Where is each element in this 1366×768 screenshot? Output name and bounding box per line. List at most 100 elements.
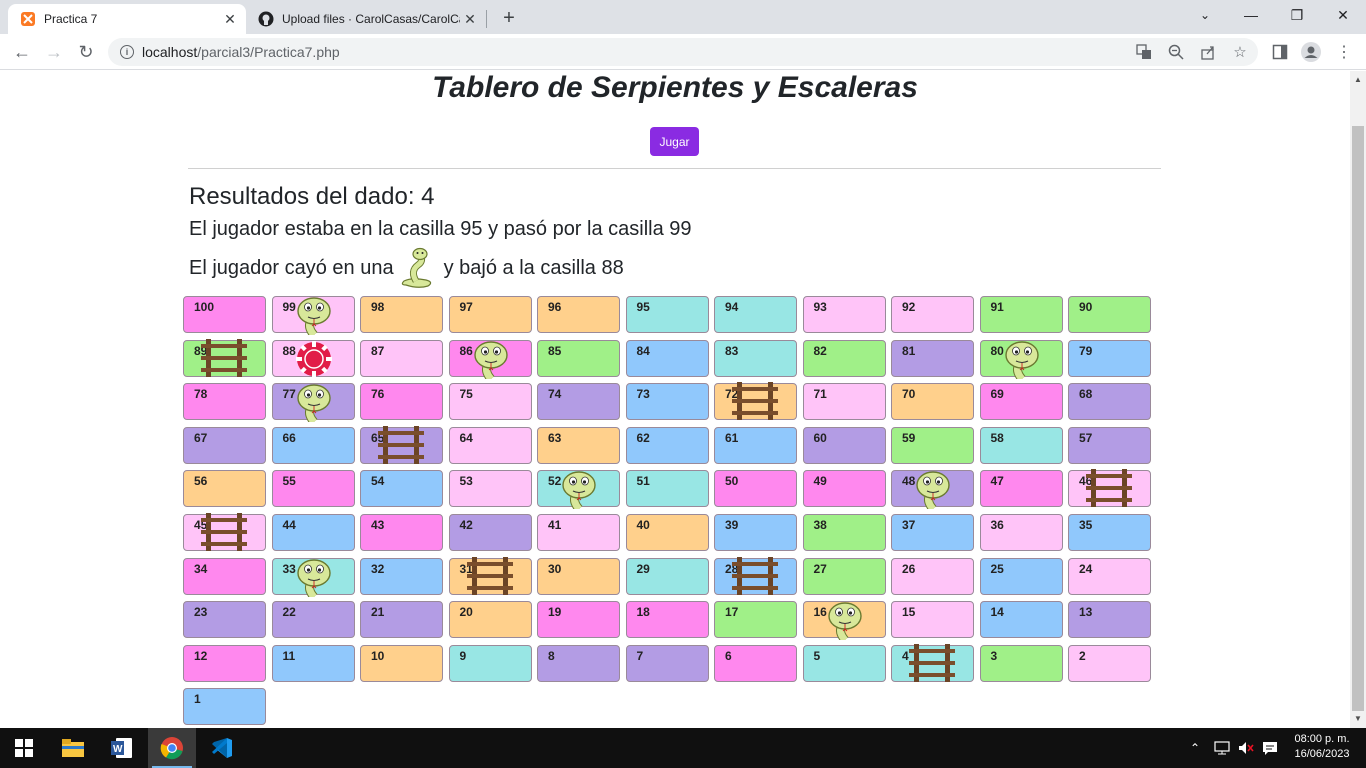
windows-taskbar: W ⌃ 08:00 p. m. 16/06/2023 (0, 728, 1366, 768)
zoom-icon[interactable] (1167, 43, 1185, 61)
board-cell-84: 84 (625, 339, 709, 377)
cell-number: 34 (194, 561, 208, 576)
cell-number: 84 (636, 343, 650, 358)
reload-icon[interactable]: ↻ (74, 40, 98, 64)
cell-number: 8 (548, 648, 555, 663)
taskbar-clock[interactable]: 08:00 p. m. 16/06/2023 (1284, 732, 1360, 762)
board-cell-23: 23 (183, 601, 266, 639)
cell-number: 91 (990, 300, 1004, 314)
dice-result: Resultados del dado: 4 (189, 183, 435, 210)
vscode-icon[interactable] (198, 728, 246, 768)
cell-number: 27 (813, 561, 827, 576)
board-cell-25: 25 (979, 557, 1063, 595)
page-scrollbar[interactable]: ▲ ▼ (1350, 71, 1366, 728)
profile-avatar-icon[interactable] (1301, 42, 1321, 62)
board-cell-48: 48 (891, 469, 974, 513)
play-button[interactable]: Jugar (650, 127, 699, 156)
tab-upload-files[interactable]: Upload files · CarolCasas/CarolCa ✕ (250, 4, 486, 34)
cell-number: 66 (282, 430, 296, 445)
cell-number: 82 (813, 343, 827, 358)
move-text: El jugador estaba en la casilla 95 y pas… (189, 218, 692, 240)
tab-search-icon[interactable]: ⌄ (1182, 0, 1228, 30)
board-cell-85: 85 (537, 339, 620, 377)
cell-number: 73 (636, 387, 650, 402)
board-cell-2: 2 (1068, 644, 1151, 682)
cell-number: 6 (725, 648, 732, 663)
cell-number: 50 (725, 474, 739, 489)
word-icon[interactable]: W (98, 728, 146, 768)
volume-muted-icon[interactable] (1238, 728, 1254, 768)
board-cell-21: 21 (360, 601, 443, 639)
side-panel-icon[interactable] (1270, 42, 1290, 62)
close-window-button[interactable]: ✕ (1320, 0, 1366, 30)
cell-number: 22 (282, 605, 296, 620)
file-explorer-icon[interactable] (49, 728, 97, 768)
board-cell-56: 56 (183, 470, 266, 508)
cell-number: 74 (548, 387, 562, 402)
board-cell-77: 77 (271, 382, 355, 426)
board-cell-59: 59 (891, 426, 974, 464)
new-tab-button[interactable]: + (498, 7, 520, 29)
minimize-button[interactable]: — (1228, 0, 1274, 30)
cell-number: 41 (548, 518, 562, 532)
fall-suffix: y bajó a la casilla 88 (443, 256, 624, 279)
board-cell-42: 42 (448, 514, 532, 551)
scroll-up-icon[interactable]: ▲ (1354, 75, 1362, 84)
back-icon[interactable]: ← (10, 40, 34, 64)
cell-number: 40 (636, 518, 650, 532)
cell-number: 35 (1079, 518, 1093, 532)
translate-icon[interactable] (1135, 43, 1153, 61)
close-tab-icon[interactable]: ✕ (460, 9, 480, 29)
cell-number: 20 (459, 605, 473, 620)
snake-icon (912, 469, 954, 513)
maximize-button[interactable]: ❐ (1274, 0, 1320, 30)
board-cell-7: 7 (625, 644, 709, 682)
close-tab-icon[interactable]: ✕ (220, 9, 240, 29)
cell-number: 92 (902, 300, 916, 314)
cell-number: 54 (371, 474, 385, 489)
cell-number: 43 (371, 518, 385, 532)
cell-number: 15 (902, 605, 916, 620)
tray-chevron-icon[interactable]: ⌃ (1190, 728, 1200, 768)
address-bar[interactable]: i localhost/parcial3/Practica7.php (108, 38, 1258, 66)
cell-number: 98 (371, 300, 385, 314)
menu-kebab-icon[interactable]: ⋮ (1334, 42, 1354, 62)
cell-number: 93 (813, 300, 827, 314)
scrollbar-thumb[interactable] (1352, 126, 1364, 711)
chrome-icon[interactable] (148, 728, 196, 768)
cell-number: 12 (194, 648, 208, 663)
board-cell-49: 49 (802, 470, 886, 508)
forward-icon[interactable]: → (42, 40, 66, 64)
board-cell-58: 58 (979, 426, 1063, 464)
notifications-icon[interactable] (1262, 728, 1278, 768)
cell-number: 25 (990, 561, 1004, 576)
share-icon[interactable] (1199, 43, 1217, 61)
cell-number: 38 (813, 518, 827, 532)
cell-number: 64 (459, 430, 473, 445)
start-windows-icon[interactable] (0, 728, 48, 768)
cell-number: 49 (813, 474, 827, 489)
cell-number: 47 (990, 474, 1004, 489)
bookmark-star-icon[interactable]: ☆ (1231, 43, 1249, 61)
cell-number: 19 (548, 605, 562, 620)
tab-practica-7[interactable]: Practica 7 ✕ (8, 4, 246, 34)
board-cell-95: 95 (625, 296, 709, 333)
cell-number: 30 (548, 561, 562, 576)
cell-number: 1 (194, 692, 201, 707)
snake-icon (401, 247, 431, 288)
board-cell-3: 3 (979, 644, 1063, 682)
board-cell-91: 91 (979, 296, 1063, 333)
divider (188, 168, 1161, 169)
board-cell-96: 96 (537, 296, 620, 333)
network-icon[interactable] (1214, 728, 1230, 768)
scroll-down-icon[interactable]: ▼ (1354, 714, 1362, 723)
snake-icon (293, 382, 335, 426)
board-cell-6: 6 (714, 644, 797, 682)
board-cell-31: 31 (448, 556, 532, 595)
board-cell-16: 16 (802, 601, 886, 644)
site-info-icon[interactable]: i (120, 45, 134, 59)
tab-title: Practica 7 (44, 12, 98, 26)
cell-number: 18 (636, 605, 650, 620)
cell-number: 90 (1079, 300, 1093, 314)
board-cell-86: 86 (448, 339, 532, 382)
